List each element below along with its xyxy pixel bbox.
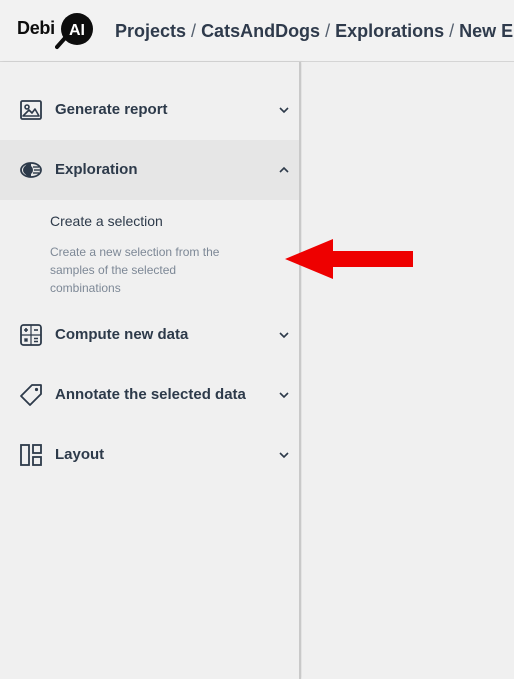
chevron-down-icon [279, 332, 289, 339]
sidebar-item-compute-new-data[interactable]: Compute new data [0, 305, 299, 365]
sidebar-item-generate-report[interactable]: Generate report [0, 80, 299, 140]
magnifier-logo-icon: AI [55, 13, 93, 49]
main-content-area [302, 62, 514, 679]
breadcrumb-current: New E [459, 21, 514, 41]
chevron-down-icon [279, 392, 289, 399]
sidebar-item-annotate[interactable]: Annotate the selected data [0, 365, 299, 425]
breadcrumb-projects[interactable]: Projects [115, 21, 186, 41]
calculator-icon [20, 324, 42, 346]
breadcrumb-separator: / [325, 21, 331, 41]
top-header: Debi AI Projects / CatsAndDogs / Exploration… [0, 0, 514, 62]
breadcrumb-separator: / [191, 21, 197, 41]
sidebar-item-layout[interactable]: Layout [0, 425, 299, 485]
breadcrumb-separator: / [449, 21, 455, 41]
sidebar-item-exploration[interactable]: Exploration [0, 140, 299, 200]
chevron-up-icon [279, 166, 289, 173]
red-arrow-annotation [285, 239, 413, 279]
logo-badge: AI [69, 22, 85, 39]
create-selection-description: Create a new selection from the samples … [50, 245, 220, 295]
logo-text: Debi [17, 18, 55, 38]
create-selection-link[interactable]: Create a selection [50, 213, 163, 229]
breadcrumb-project[interactable]: CatsAndDogs [201, 21, 320, 41]
image-icon [20, 100, 42, 120]
sidebar: Generate report Exploration Create a sel… [0, 62, 301, 679]
layout-icon [20, 444, 42, 466]
exploration-icon [20, 162, 42, 178]
sidebar-item-label: Annotate the selected data [55, 386, 246, 403]
sidebar-item-label: Compute new data [55, 326, 189, 343]
chevron-down-icon [279, 107, 289, 114]
chevron-down-icon [279, 452, 289, 459]
tag-icon [20, 384, 42, 406]
sidebar-item-label: Generate report [55, 101, 168, 118]
sidebar-item-label: Exploration [55, 161, 138, 178]
breadcrumb: Projects / CatsAndDogs / Explorations / New E [115, 21, 513, 42]
sidebar-item-label: Layout [55, 446, 105, 463]
breadcrumb-explorations[interactable]: Explorations [335, 21, 444, 41]
debiai-logo[interactable]: Debi AI [17, 12, 97, 50]
